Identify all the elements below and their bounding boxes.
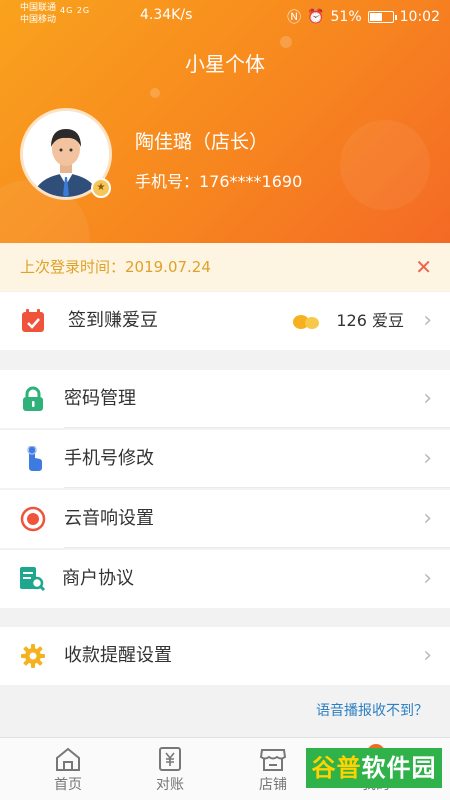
last-login-notice: 上次登录时间：2019.07.24 ✕ (0, 243, 450, 291)
watermark-logo: 谷普软件园 (306, 748, 442, 788)
beans-icon (293, 315, 319, 329)
network-type: 4G 2G (60, 6, 91, 15)
calendar-check-icon (22, 309, 44, 332)
touch-hand-icon (27, 446, 43, 471)
checkin-label: 签到赚爱豆 (68, 310, 158, 331)
last-login-text: 上次登录时间：2019.07.24 (20, 258, 211, 276)
password-label: 密码管理 (64, 388, 136, 409)
close-icon[interactable]: ✕ (415, 243, 432, 291)
nfc-icon: Ⓝ (287, 10, 302, 26)
tab-reconcile[interactable]: 对账 (130, 738, 210, 800)
gear-icon (21, 644, 45, 668)
checkin-row[interactable]: 签到赚爱豆 126 爱豆 › (0, 292, 450, 350)
voice-broadcast-help-link[interactable]: 语音播报收不到？ (316, 700, 428, 720)
row-divider (64, 547, 450, 548)
app-title: 小星个体 (185, 52, 265, 76)
row-divider (64, 487, 450, 488)
home-icon (56, 747, 80, 771)
tab-store[interactable]: 店铺 (233, 738, 313, 800)
password-row[interactable]: 密码管理 › (0, 370, 450, 428)
store-icon (259, 749, 287, 771)
chevron-right-icon: › (423, 506, 432, 531)
phone-change-label: 手机号修改 (64, 448, 154, 469)
user-name: 陶佳璐（店长） (135, 131, 269, 153)
document-search-icon (20, 567, 46, 592)
network-speed: 4.34K/s (140, 7, 193, 23)
user-phone: 手机号：176****1690 (135, 172, 303, 191)
payment-reminder-row[interactable]: 收款提醒设置 › (0, 627, 450, 685)
clock: 10:02 (399, 9, 440, 25)
row-divider (64, 427, 450, 428)
phone-change-row[interactable]: 手机号修改 › (0, 430, 450, 488)
status-bar: 中国联通 中国移动 4G 2G 4.34K/s Ⓝ ⏰ 51% 10:02 (0, 0, 450, 32)
agreement-row[interactable]: 商户协议 › (0, 550, 450, 608)
alarm-icon: ⏰ (307, 9, 325, 25)
cloud-speaker-label: 云音响设置 (64, 508, 154, 529)
agreement-label: 商户协议 (62, 568, 134, 589)
tab-home[interactable]: 首页 (28, 738, 108, 800)
chevron-right-icon: › (423, 308, 432, 333)
chevron-right-icon: › (423, 643, 432, 668)
lock-icon (23, 386, 43, 411)
chevron-right-icon: › (423, 566, 432, 591)
status-right: Ⓝ ⏰ 51% 10:02 (287, 7, 440, 27)
shop-owner-badge-icon: ★ (91, 178, 111, 198)
chevron-right-icon: › (423, 446, 432, 471)
yen-bill-icon (159, 747, 181, 771)
chevron-right-icon: › (423, 386, 432, 411)
speaker-record-icon (20, 506, 46, 532)
cloud-speaker-row[interactable]: 云音响设置 › (0, 490, 450, 548)
battery-percent: 51% (330, 9, 362, 25)
battery-icon (367, 11, 397, 23)
beans-count: 126 爱豆 (336, 311, 404, 330)
carrier-info: 中国联通 中国移动 (20, 3, 57, 25)
payment-reminder-label: 收款提醒设置 (64, 645, 172, 666)
